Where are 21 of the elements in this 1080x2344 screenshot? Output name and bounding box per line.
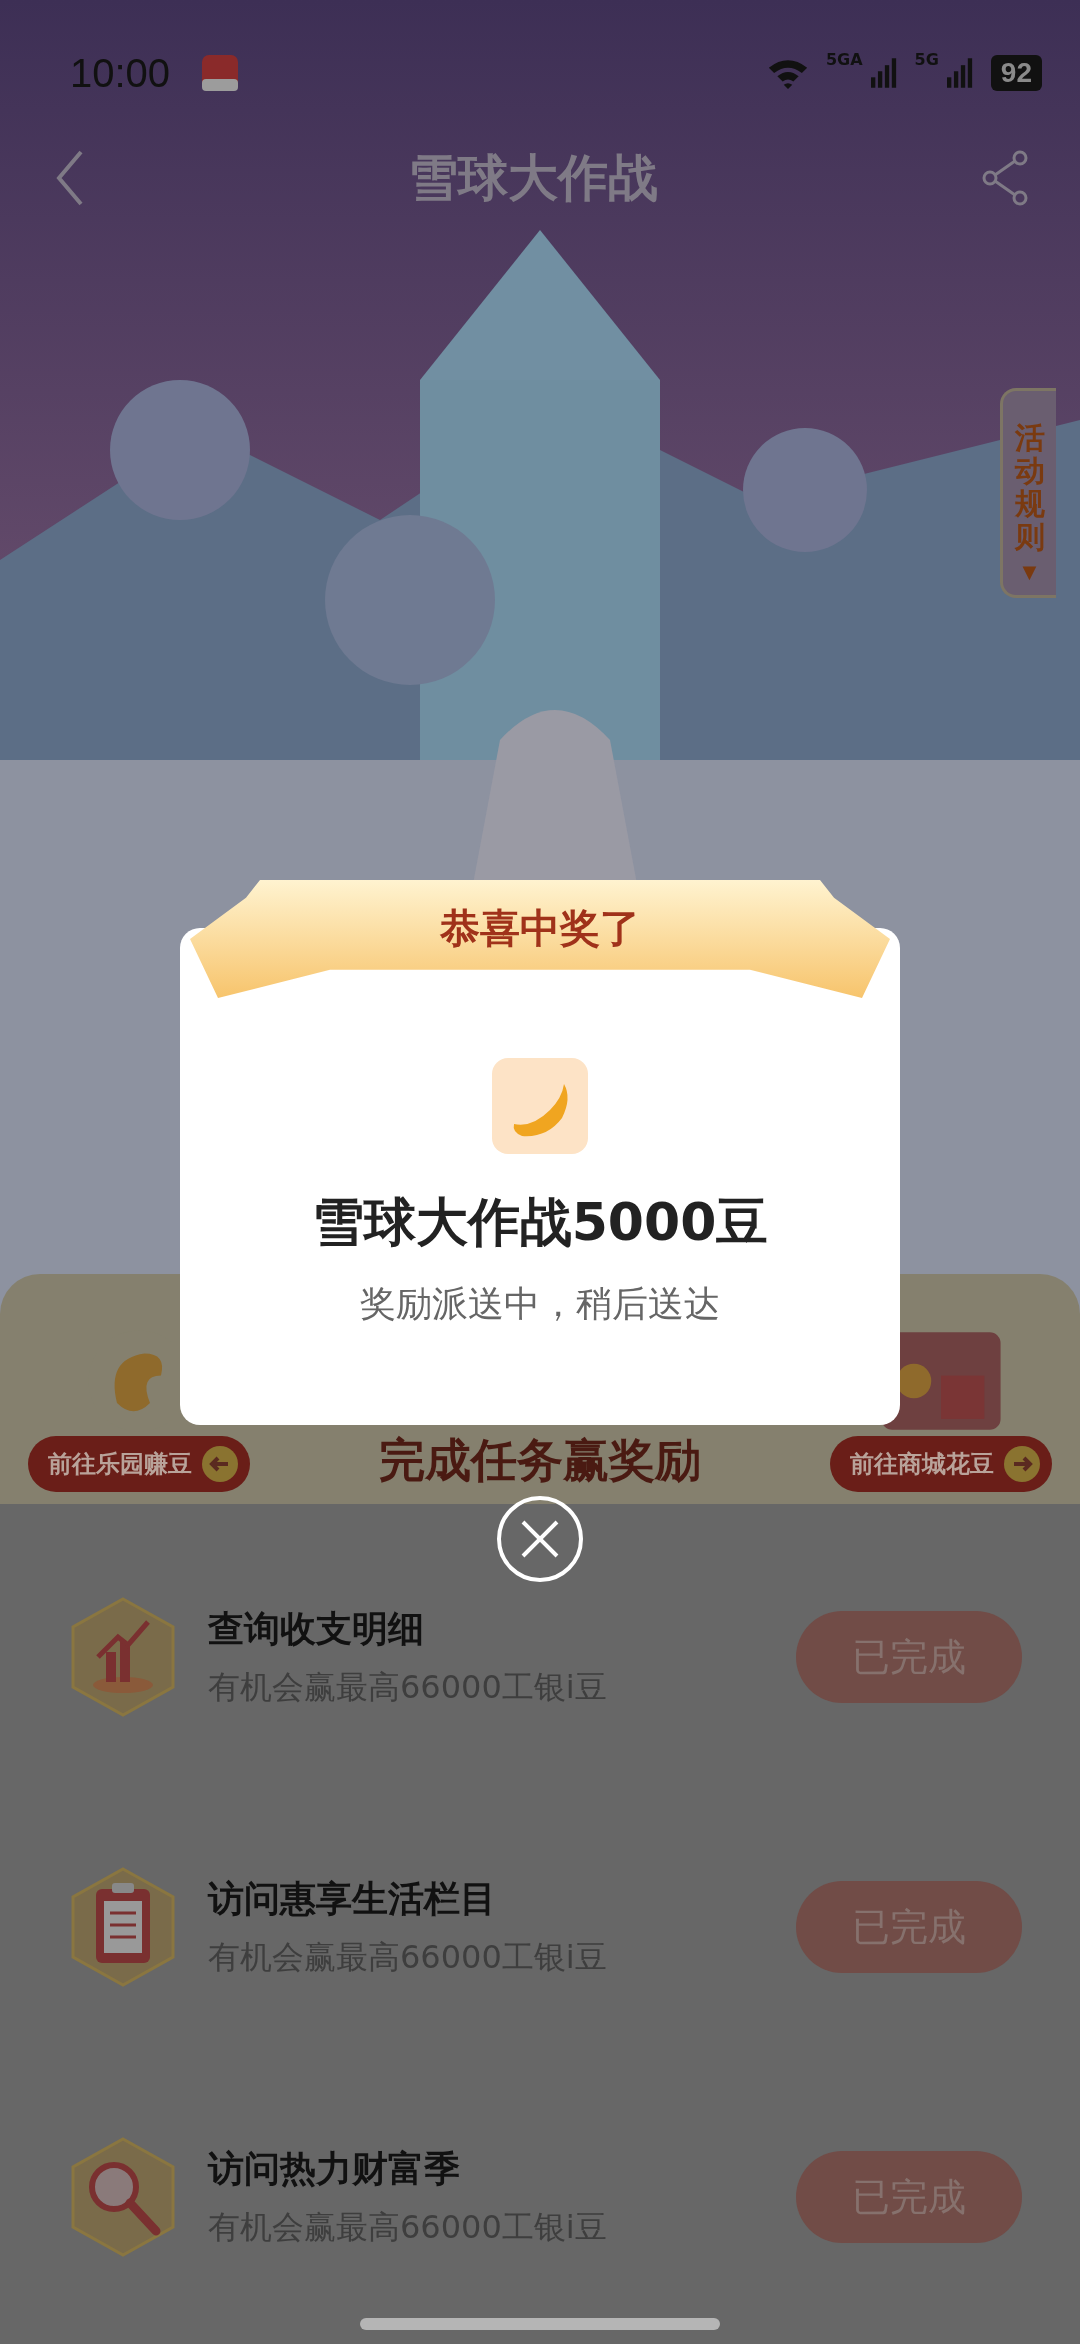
rules-tab[interactable]: 活动规则 ▼ <box>1000 388 1056 598</box>
prize-title: 雪球大作战5000豆 <box>311 1191 769 1254</box>
bean-icon <box>492 1058 588 1154</box>
earn-beans-button[interactable]: 前往乐园赚豆 <box>28 1436 250 1492</box>
page-title: 雪球大作战 <box>407 147 658 209</box>
task-title: 查询收支明细 <box>208 1606 425 1651</box>
battery-level: 92 <box>990 55 1042 91</box>
signal-icon <box>946 58 973 88</box>
app-icon <box>202 55 239 91</box>
share-icon[interactable] <box>980 150 1030 206</box>
back-icon[interactable] <box>55 150 85 206</box>
status-time: 10:00 <box>70 50 171 96</box>
close-icon[interactable] <box>495 1494 585 1584</box>
spend-beans-button[interactable]: 前往商城花豆 <box>830 1436 1052 1492</box>
task-title: 访问惠享生活栏目 <box>208 1876 497 1921</box>
network-label: 5GA <box>825 50 863 69</box>
section-title: 完成任务赢奖励 <box>379 1432 701 1489</box>
signal-icon <box>870 58 897 88</box>
prize-message: 奖励派送中，稍后送达 <box>360 1282 720 1326</box>
network-label: 5G <box>914 50 939 69</box>
task-title: 访问热力财富季 <box>208 2146 461 2191</box>
